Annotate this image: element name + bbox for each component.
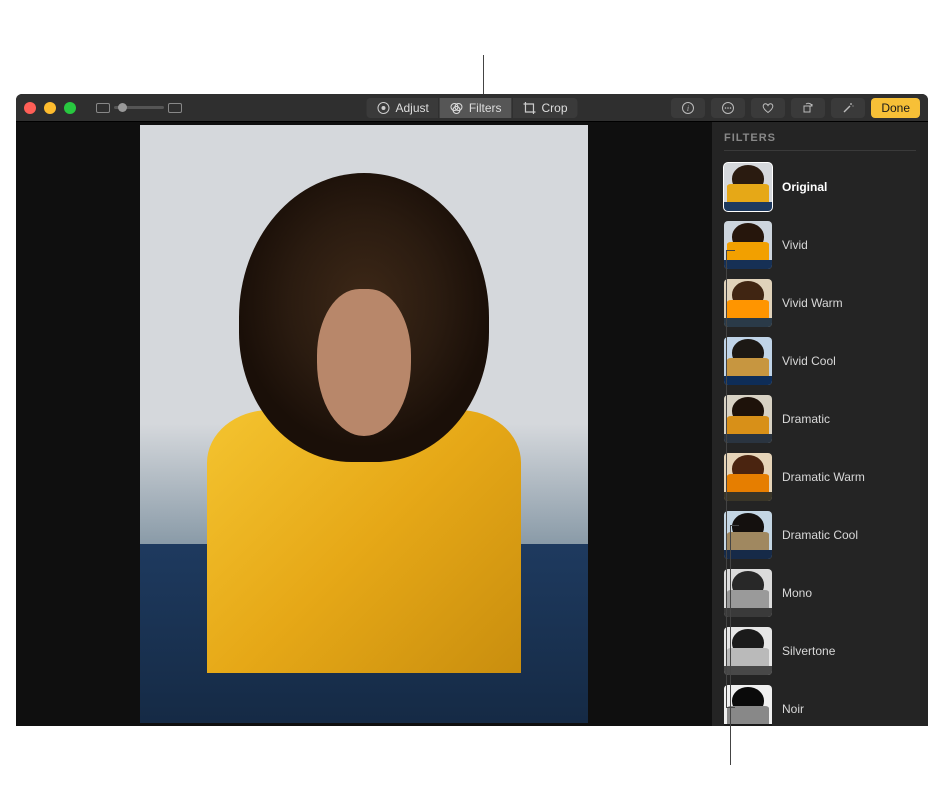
photo-viewer	[16, 122, 712, 726]
ellipsis-circle-icon	[721, 101, 735, 115]
photos-edit-window: Adjust Filters Crop i	[16, 94, 928, 726]
filter-item-mono[interactable]: Mono	[724, 567, 916, 619]
zoom-slider-thumb[interactable]	[118, 103, 127, 112]
content-area: FILTERS Original Vivid Vivid Warm Vivid Coo…	[16, 122, 928, 726]
crop-label: Crop	[542, 101, 568, 115]
heart-icon	[761, 101, 775, 115]
main-photo[interactable]	[140, 125, 588, 723]
rotate-button[interactable]	[791, 98, 825, 118]
favorite-button[interactable]	[751, 98, 785, 118]
window-controls	[24, 102, 76, 114]
filters-tab[interactable]: Filters	[440, 98, 513, 118]
filter-thumbnail	[724, 569, 772, 617]
filter-label: Mono	[782, 586, 812, 600]
filter-label: Silvertone	[782, 644, 835, 658]
photo-subject	[207, 173, 521, 699]
filter-thumbnail	[724, 279, 772, 327]
filter-item-dramatic[interactable]: Dramatic	[724, 393, 916, 445]
minimize-window-button[interactable]	[44, 102, 56, 114]
toolbar-right: i Done	[671, 98, 920, 118]
filter-item-vivid[interactable]: Vivid	[724, 219, 916, 271]
filter-thumbnail	[724, 511, 772, 559]
info-button[interactable]: i	[671, 98, 705, 118]
auto-enhance-button[interactable]	[831, 98, 865, 118]
filter-thumbnail	[724, 395, 772, 443]
filter-label: Vivid	[782, 238, 808, 252]
filter-item-dramatic-cool[interactable]: Dramatic Cool	[724, 509, 916, 561]
crop-tab[interactable]: Crop	[513, 98, 578, 118]
filter-label: Noir	[782, 702, 804, 716]
zoom-slider[interactable]	[114, 106, 164, 109]
adjust-icon	[376, 101, 390, 115]
callout-line-bottom	[730, 525, 731, 765]
filter-label: Dramatic Warm	[782, 470, 865, 484]
filter-thumbnail	[724, 627, 772, 675]
filter-list: Original Vivid Vivid Warm Vivid Cool Dramati…	[724, 161, 916, 726]
filters-sidebar: FILTERS Original Vivid Vivid Warm Vivid Coo…	[712, 122, 928, 726]
done-button[interactable]: Done	[871, 98, 920, 118]
filter-label: Dramatic Cool	[782, 528, 858, 542]
fullscreen-window-button[interactable]	[64, 102, 76, 114]
toolbar: Adjust Filters Crop i	[16, 94, 928, 122]
filter-item-original[interactable]: Original	[724, 161, 916, 213]
filters-label: Filters	[469, 101, 502, 115]
close-window-button[interactable]	[24, 102, 36, 114]
callout-bracket-sidebar	[726, 250, 727, 708]
zoom-control	[96, 103, 182, 113]
filter-thumbnail	[724, 337, 772, 385]
crop-icon	[523, 101, 537, 115]
filter-thumbnail	[724, 163, 772, 211]
more-button[interactable]	[711, 98, 745, 118]
filters-icon	[450, 101, 464, 115]
edit-mode-segmented-control: Adjust Filters Crop	[366, 98, 577, 118]
filter-item-noir[interactable]: Noir	[724, 683, 916, 726]
filter-item-vivid-warm[interactable]: Vivid Warm	[724, 277, 916, 329]
filter-label: Dramatic	[782, 412, 830, 426]
photo-face-region	[317, 289, 411, 436]
filter-item-vivid-cool[interactable]: Vivid Cool	[724, 335, 916, 387]
callout-line-top	[483, 55, 484, 95]
filter-thumbnail	[724, 221, 772, 269]
adjust-tab[interactable]: Adjust	[366, 98, 439, 118]
filter-thumbnail	[724, 453, 772, 501]
done-label: Done	[881, 101, 910, 115]
zoom-out-icon	[96, 103, 110, 113]
filter-label: Vivid Warm	[782, 296, 843, 310]
adjust-label: Adjust	[395, 101, 428, 115]
svg-text:i: i	[687, 104, 689, 113]
filter-label: Original	[782, 180, 827, 194]
filter-item-silvertone[interactable]: Silvertone	[724, 625, 916, 677]
filter-thumbnail	[724, 685, 772, 726]
filter-item-dramatic-warm[interactable]: Dramatic Warm	[724, 451, 916, 503]
filters-panel-title: FILTERS	[724, 132, 916, 151]
info-icon: i	[681, 101, 695, 115]
wand-icon	[841, 101, 855, 115]
rotate-icon	[801, 101, 815, 115]
filter-label: Vivid Cool	[782, 354, 836, 368]
zoom-in-icon	[168, 103, 182, 113]
